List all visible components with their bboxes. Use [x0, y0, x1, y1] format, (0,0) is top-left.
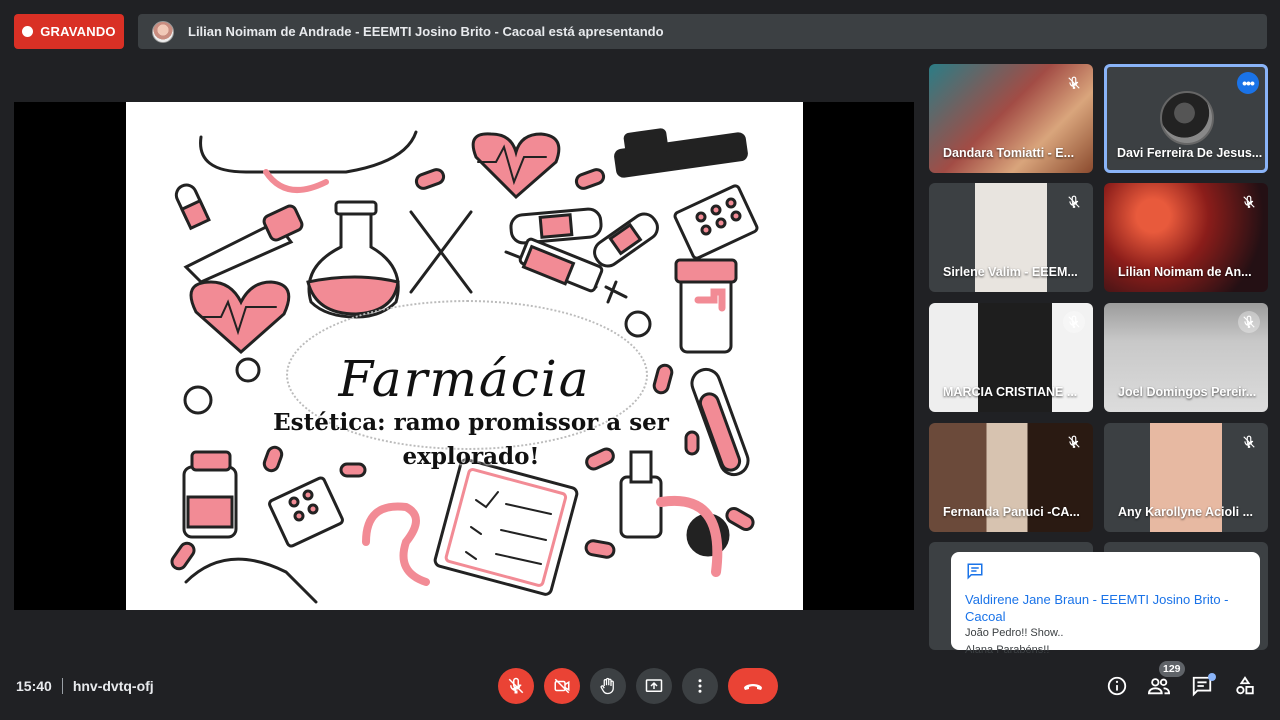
mic-off-icon — [1238, 311, 1260, 333]
unread-indicator — [1208, 673, 1216, 681]
participant-tile[interactable]: Fernanda Panuci -CA... — [929, 423, 1093, 532]
participant-tile[interactable]: Dandara Tomiatti - E... — [929, 64, 1093, 173]
participant-name: Joel Domingos Pereir... — [1118, 385, 1257, 399]
participant-tile[interactable]: Joel Domingos Pereir... — [1104, 303, 1268, 412]
recording-button[interactable]: GRAVANDO — [14, 14, 124, 49]
raise-hand-icon — [600, 677, 614, 695]
more-options-button[interactable] — [682, 668, 718, 704]
slide-subtitle: Estética: ramo promissor a ser explorado… — [273, 409, 669, 470]
participant-name: Fernanda Panuci -CA... — [943, 505, 1080, 519]
chat-message: João Pedro!! Show.. — [965, 627, 1064, 639]
divider — [61, 678, 63, 694]
participant-tile[interactable]: Any Karollyne Acioli ... — [1104, 423, 1268, 532]
end-call-icon — [744, 684, 762, 690]
meeting-details-button[interactable] — [1104, 673, 1130, 699]
meeting-code[interactable]: hnv-dvtq-ofj — [73, 678, 154, 694]
activities-button[interactable] — [1232, 673, 1258, 699]
presenting-text: Lilian Noimam de Andrade - EEEMTI Josino… — [188, 24, 664, 39]
mic-off-icon — [508, 677, 524, 694]
recording-label: GRAVANDO — [40, 24, 116, 39]
participant-tile[interactable]: Lilian Noimam de An... — [1104, 183, 1268, 292]
meeting-info: 15:40 hnv-dvtq-ofj — [16, 678, 154, 694]
chat-message: Alana Parabéns!! — [965, 644, 1050, 656]
presentation-stage: Farmácia Estética: ramo promissor a ser … — [14, 102, 914, 610]
camera-toggle-button[interactable] — [544, 668, 580, 704]
participant-tile[interactable]: MARCIA CRISTIANE ... — [929, 303, 1093, 412]
participant-name: MARCIA CRISTIANE ... — [943, 385, 1078, 399]
meeting-time: 15:40 — [16, 678, 52, 694]
more-options-icon[interactable]: ••• — [1237, 72, 1259, 94]
mic-off-icon — [1063, 311, 1085, 333]
people-icon — [1147, 678, 1171, 695]
participant-tile-active[interactable]: ••• Davi Ferreira De Jesus... — [1104, 64, 1268, 173]
participant-name: Dandara Tomiatti - E... — [943, 146, 1075, 160]
presenting-banner: Lilian Noimam de Andrade - EEEMTI Josino… — [138, 14, 1267, 49]
mic-toggle-button[interactable] — [498, 668, 534, 704]
mic-off-icon — [1063, 191, 1085, 213]
record-dot-icon — [22, 26, 34, 37]
mic-off-icon — [1238, 431, 1260, 453]
participant-name: Sirlene Valim - EEEM... — [943, 265, 1078, 279]
activities-icon — [1236, 676, 1254, 695]
mic-off-icon — [1063, 72, 1085, 94]
camera-off-icon — [554, 678, 570, 694]
info-icon — [1107, 676, 1127, 696]
more-options-icon — [698, 679, 702, 693]
presenter-avatar — [152, 20, 174, 43]
present-button[interactable] — [636, 668, 672, 704]
participant-name: Lilian Noimam de An... — [1118, 265, 1252, 279]
leave-call-button[interactable] — [728, 668, 778, 704]
participant-name: Davi Ferreira De Jesus... — [1117, 146, 1263, 160]
avatar — [1160, 91, 1214, 145]
slide: Farmácia Estética: ramo promissor a ser … — [126, 102, 803, 610]
slide-title: Farmácia — [338, 350, 591, 408]
meet-window: GRAVANDO Lilian Noimam de Andrade - EEEM… — [0, 0, 1280, 720]
raise-hand-button[interactable] — [590, 668, 626, 704]
mic-off-icon — [1063, 431, 1085, 453]
chat-message-icon — [967, 563, 983, 580]
participant-name: Any Karollyne Acioli ... — [1118, 505, 1253, 519]
chat-sender: Valdirene Jane Braun - EEEMTI Josino Bri… — [965, 592, 1229, 624]
mic-off-icon — [1238, 191, 1260, 213]
chat-notification[interactable]: Valdirene Jane Braun - EEEMTI Josino Bri… — [951, 552, 1260, 656]
present-icon — [645, 679, 663, 692]
participant-tile[interactable]: Sirlene Valim - EEEM... — [929, 183, 1093, 292]
people-count-badge: 129 — [1159, 661, 1185, 677]
